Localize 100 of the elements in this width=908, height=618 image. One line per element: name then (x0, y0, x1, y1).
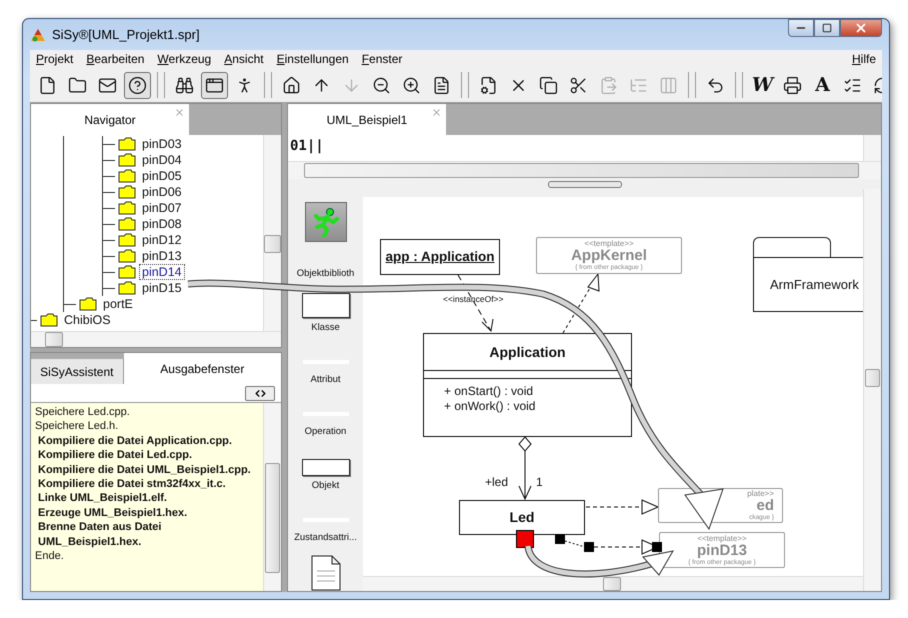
panel-tab[interactable]: SiSyAssistent (31, 359, 124, 384)
vertical-scrollbar[interactable] (863, 135, 881, 161)
document-icon[interactable] (310, 555, 340, 591)
folder-icon (79, 297, 97, 311)
log-line: Linke UML_Beispiel1.elf. (37, 491, 168, 506)
horizontal-scrollbar[interactable] (31, 331, 281, 347)
tree-item[interactable]: pinD05 (139, 168, 185, 184)
object-box[interactable]: app : Application (380, 239, 500, 275)
columns-icon (659, 76, 678, 94)
folder-icon (118, 137, 136, 151)
tree-item[interactable]: pinD07 (139, 200, 185, 216)
tree-item[interactable]: pinD03 (139, 136, 185, 152)
horizontal-scrollbar[interactable] (363, 576, 863, 591)
toolbar-button[interactable] (201, 72, 228, 98)
log-line: Erzeuge UML_Beispiel1.hex. (37, 506, 188, 520)
toolbar-button[interactable]: A (809, 72, 836, 98)
close-icon[interactable] (174, 107, 185, 118)
template-name: AppKernel (571, 248, 647, 264)
template-name: ed (756, 498, 774, 514)
folder-icon (118, 185, 136, 199)
panel-tab[interactable]: Navigator (31, 104, 189, 135)
vertical-scrollbar[interactable] (263, 135, 281, 331)
scroll-thumb[interactable] (304, 163, 859, 178)
stereotype-label: <<template>> (697, 534, 747, 542)
binoculars-icon (175, 76, 194, 94)
toolbar-button[interactable]: W (749, 72, 776, 98)
splitter-handle[interactable] (548, 180, 622, 188)
minimize-button[interactable] (788, 19, 814, 37)
zoom-out-icon (372, 76, 391, 94)
close-button[interactable] (840, 19, 882, 37)
object-name: app : Application (386, 249, 494, 264)
vertical-scrollbar[interactable] (263, 403, 281, 591)
close-icon[interactable] (431, 107, 442, 118)
menu-item[interactable]: Projekt (36, 52, 74, 66)
menu-item[interactable]: Einstellungen (276, 52, 349, 66)
window-icon (205, 76, 224, 94)
scroll-thumb[interactable] (265, 463, 280, 573)
log-line: Kompiliere die Datei stm32f4xx_it.c. (37, 477, 227, 492)
tool-label: Objektbiblioth (296, 268, 354, 279)
scroll-thumb[interactable] (264, 235, 281, 253)
package-box[interactable]: ArmFramework (753, 257, 863, 312)
class-box[interactable]: Application + onStart() : void + onWork() : void (423, 333, 632, 437)
log-line: Speichere Led.h. (35, 419, 120, 434)
panel-tab[interactable]: Ausgabefenster (124, 353, 281, 384)
editor-tab[interactable]: UML_Beispiel1 (288, 104, 446, 135)
toolbar-separator (461, 72, 469, 98)
port-handle[interactable] (555, 534, 565, 544)
vertical-scrollbar[interactable] (863, 189, 881, 591)
tree-item[interactable]: pinD04 (139, 152, 185, 168)
class-box[interactable]: Led (459, 500, 585, 535)
toolbar-separator (264, 72, 272, 98)
tree-item[interactable]: pinD08 (139, 216, 185, 232)
tree-item[interactable]: pinD15 (139, 280, 185, 296)
class-shape[interactable] (302, 293, 350, 318)
log-line: Brenne Daten aus Datei UML_Beispiel1.hex. (37, 520, 162, 550)
scroll-thumb[interactable] (603, 577, 621, 591)
tree-item[interactable]: pinD14 (139, 264, 185, 280)
tree-item[interactable]: pinD12 (139, 232, 185, 248)
log-line: Ende. (35, 549, 65, 564)
folder-icon (118, 201, 136, 215)
port-handle[interactable] (584, 542, 594, 552)
close-icon (854, 21, 868, 35)
tree-item[interactable]: ChibiOS (61, 312, 114, 328)
template-name: pinD13 (696, 542, 747, 558)
scissors-icon (569, 76, 588, 94)
folder-icon (118, 233, 136, 247)
object-shape[interactable] (302, 459, 350, 476)
menu-item[interactable]: Werkzeug (157, 52, 212, 66)
log-line: Kompiliere die Datei Application.cpp. (37, 434, 233, 448)
port-handle[interactable] (516, 530, 534, 548)
horizontal-scrollbar[interactable] (288, 161, 881, 179)
port-handle[interactable] (652, 542, 662, 552)
tree-item[interactable]: portE (100, 296, 136, 312)
class-name: Application (489, 344, 566, 360)
stereotype-label: <<template>> (584, 239, 634, 248)
menu-item[interactable]: Bearbeiten (86, 52, 144, 66)
toggle-button[interactable] (245, 386, 275, 400)
menu-item[interactable]: Ansicht (224, 52, 264, 66)
connector-label: 1 (536, 475, 543, 489)
document-icon (432, 76, 451, 94)
undo-icon (706, 76, 725, 94)
toolbar-button[interactable] (124, 72, 151, 98)
tree-item[interactable]: pinD06 (139, 184, 185, 200)
operation-text: + onStart() : void (444, 384, 534, 399)
scroll-thumb[interactable] (45, 332, 63, 347)
maximize-button[interactable] (814, 19, 840, 37)
tool-label: Klasse (311, 322, 340, 333)
zoom-in-icon (402, 76, 421, 94)
object-library-button[interactable] (304, 202, 346, 242)
scroll-thumb[interactable] (865, 369, 880, 387)
paste-icon (599, 76, 618, 94)
menu-item[interactable]: Hilfe (852, 52, 876, 66)
tool-label: Operation (304, 426, 346, 437)
window-title: SiSy®[UML_Projekt1.spr] (52, 27, 200, 42)
tree-item[interactable]: pinD13 (139, 248, 185, 264)
aggregation-line (518, 436, 532, 500)
folder-icon (118, 217, 136, 231)
tool-label: Attribut (310, 374, 341, 385)
menu-item[interactable]: Fenster (362, 52, 402, 66)
log-line: Kompiliere die Datei Led.cpp. (37, 448, 194, 463)
